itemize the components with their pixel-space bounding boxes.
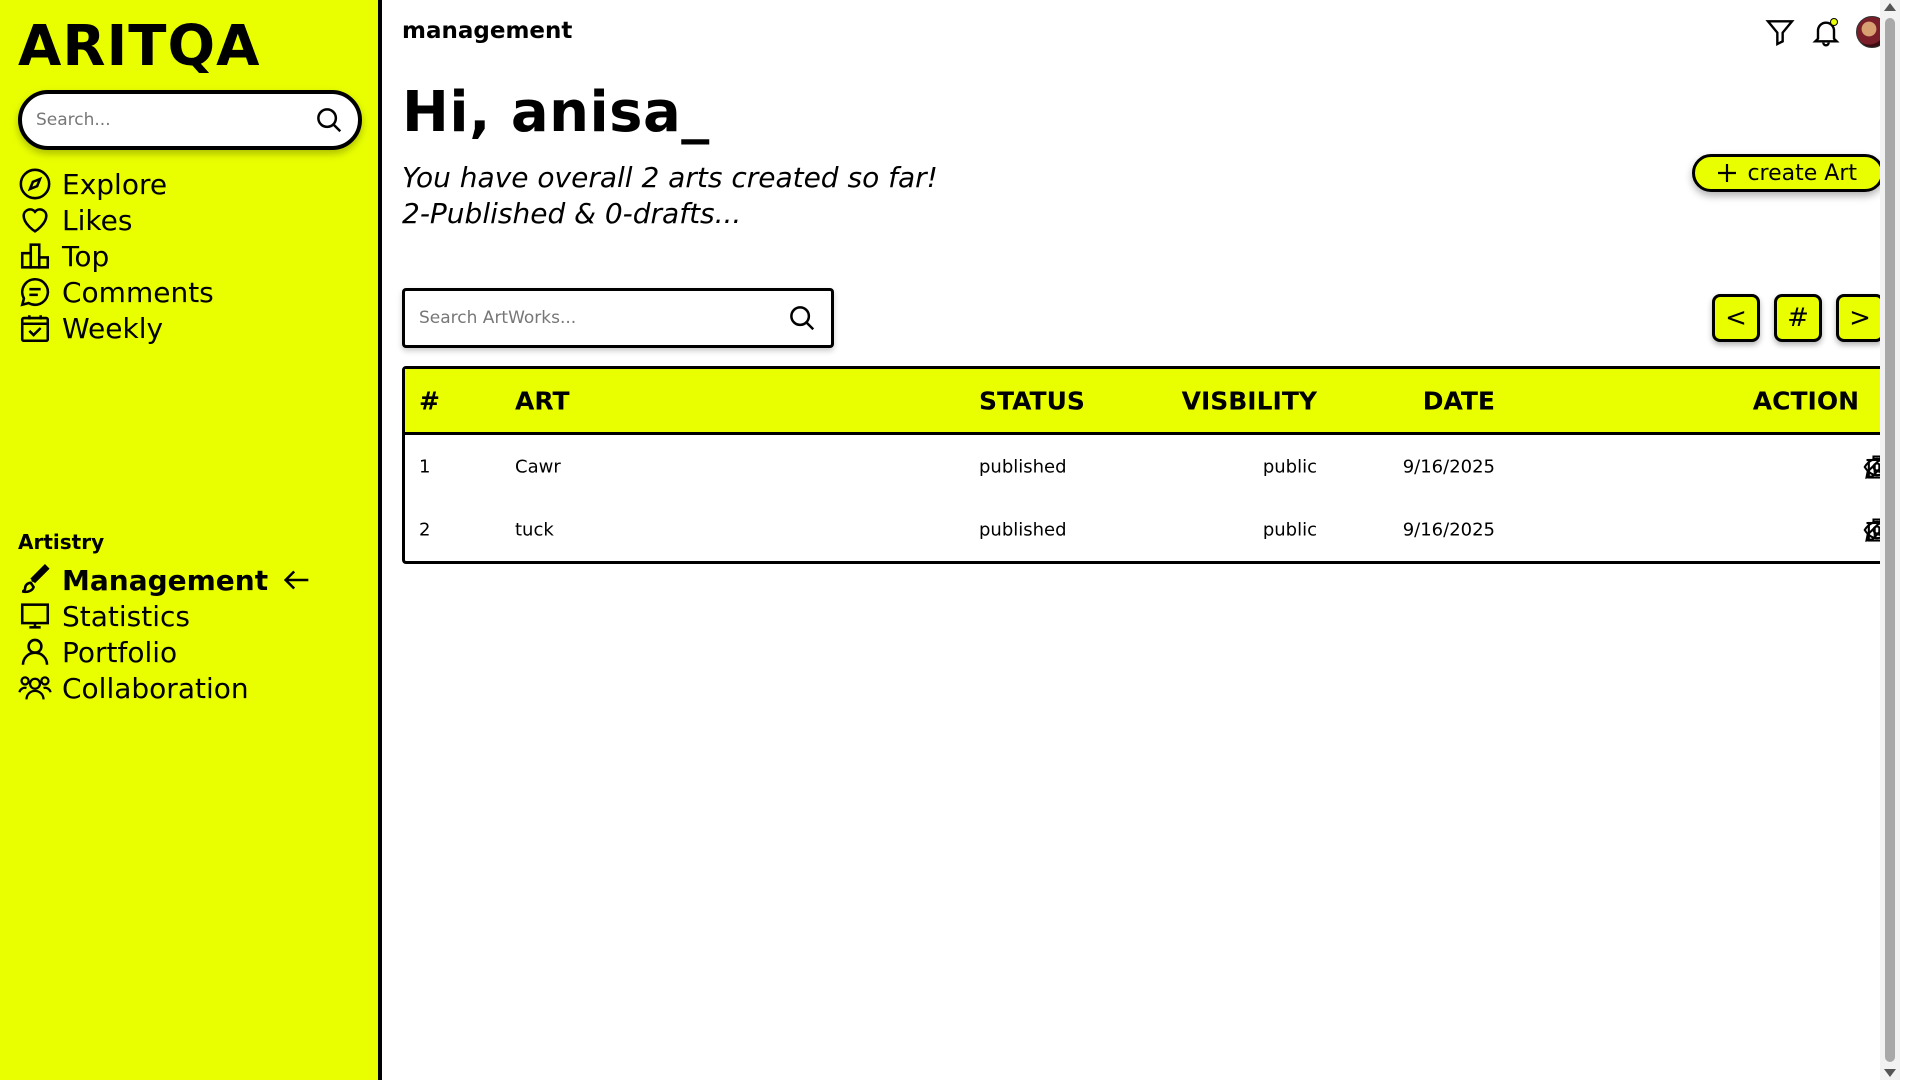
cell-number: 2 — [419, 519, 431, 540]
sidebar-search-input[interactable] — [36, 110, 314, 130]
cell-status: published — [979, 456, 1067, 477]
sidebar-item-portfolio[interactable]: Portfolio — [18, 634, 314, 670]
comment-icon — [18, 275, 52, 309]
table-row: 1 Cawr published public 9/16/2025 — [405, 435, 1891, 498]
user-icon — [18, 635, 52, 669]
sidebar-item-top[interactable]: Top — [18, 238, 214, 274]
sidebar-item-label: Collaboration — [62, 671, 249, 705]
prev-page-button[interactable]: < — [1712, 294, 1760, 342]
search-icon[interactable] — [787, 303, 817, 333]
plus-icon — [1715, 161, 1739, 185]
sidebar-item-label: Top — [62, 239, 110, 273]
presentation-icon — [18, 599, 52, 633]
create-art-button[interactable]: create Art — [1692, 154, 1884, 192]
greeting: Hi, anisa_ — [402, 80, 710, 145]
scroll-down-arrow-icon[interactable] — [1884, 1069, 1896, 1077]
artworks-search — [402, 288, 834, 348]
table-row: 2 tuck published public 9/16/2025 — [405, 498, 1891, 561]
sidebar-item-comments[interactable]: Comments — [18, 274, 214, 310]
summary: You have overall 2 arts created so far! … — [402, 160, 938, 232]
cell-date: 9/16/2025 — [1402, 456, 1495, 477]
sidebar-item-label: Management — [62, 563, 269, 597]
scrollbar[interactable] — [1880, 0, 1900, 1080]
sidebar-item-statistics[interactable]: Statistics — [18, 598, 314, 634]
summary-line-1: You have overall 2 arts created so far! — [402, 161, 938, 194]
compass-icon — [18, 167, 52, 201]
cell-visibility: public — [1262, 456, 1317, 477]
sidebar-item-explore[interactable]: Explore — [18, 166, 214, 202]
main-content: management Hi, anisa_ You have overall 2… — [386, 0, 1900, 1080]
filter-icon[interactable] — [1764, 16, 1796, 48]
cell-status: published — [979, 519, 1067, 540]
page-hash-button[interactable]: # — [1774, 294, 1822, 342]
section-label-artistry: Artistry — [18, 530, 105, 554]
sidebar-item-label: Likes — [62, 203, 133, 237]
sidebar-item-weekly[interactable]: Weekly — [18, 310, 214, 346]
podium-icon — [18, 239, 52, 273]
summary-line-2: 2-Published & 0-drafts... — [402, 197, 742, 230]
brush-icon — [18, 563, 52, 597]
cell-visibility: public — [1262, 519, 1317, 540]
cell-number: 1 — [419, 456, 431, 477]
bell-icon[interactable] — [1810, 16, 1842, 48]
column-header-visibility: VISBILITY — [1181, 386, 1317, 415]
arrow-left-icon — [280, 563, 314, 597]
column-header-status: STATUS — [979, 386, 1085, 415]
calendar-icon — [18, 311, 52, 345]
artistry-nav: Management Statistics Portfolio Collabor… — [18, 562, 314, 706]
pagination: < # > — [1712, 294, 1884, 342]
create-art-label: create Art — [1747, 160, 1857, 186]
header-actions — [1764, 16, 1888, 48]
sidebar-search — [18, 90, 362, 150]
column-header-date: DATE — [1422, 386, 1495, 415]
search-icon[interactable] — [314, 105, 344, 135]
cell-art: tuck — [515, 519, 554, 540]
sidebar-item-label: Portfolio — [62, 635, 178, 669]
sidebar-item-label: Comments — [62, 275, 214, 309]
sidebar-item-label: Explore — [62, 167, 168, 201]
art-table: # ART STATUS VISBILITY DATE ACTION 1 Caw… — [402, 366, 1891, 564]
heart-icon — [18, 203, 52, 237]
sidebar-item-collaboration[interactable]: Collaboration — [18, 670, 314, 706]
notification-dot — [1830, 18, 1838, 26]
column-header-number: # — [419, 386, 440, 415]
cell-art: Cawr — [515, 456, 561, 477]
page-title: management — [402, 18, 573, 44]
artworks-search-input[interactable] — [419, 308, 787, 328]
sidebar-item-label: Statistics — [62, 599, 190, 633]
cell-date: 9/16/2025 — [1402, 519, 1495, 540]
sidebar-item-management[interactable]: Management — [18, 562, 314, 598]
column-header-action: ACTION — [1752, 386, 1859, 415]
sidebar: ARITQA Explore Likes Top — [0, 0, 382, 1080]
sidebar-nav: Explore Likes Top Comments Weekly — [18, 166, 214, 346]
logo[interactable]: ARITQA — [18, 14, 260, 79]
users-icon — [18, 671, 52, 705]
sidebar-item-likes[interactable]: Likes — [18, 202, 214, 238]
sidebar-item-label: Weekly — [62, 311, 164, 345]
next-page-button[interactable]: > — [1836, 294, 1884, 342]
scroll-thumb[interactable] — [1885, 18, 1895, 1062]
column-header-art: ART — [515, 386, 570, 415]
scroll-up-arrow-icon[interactable] — [1884, 3, 1896, 11]
table-header: # ART STATUS VISBILITY DATE ACTION — [405, 369, 1881, 435]
